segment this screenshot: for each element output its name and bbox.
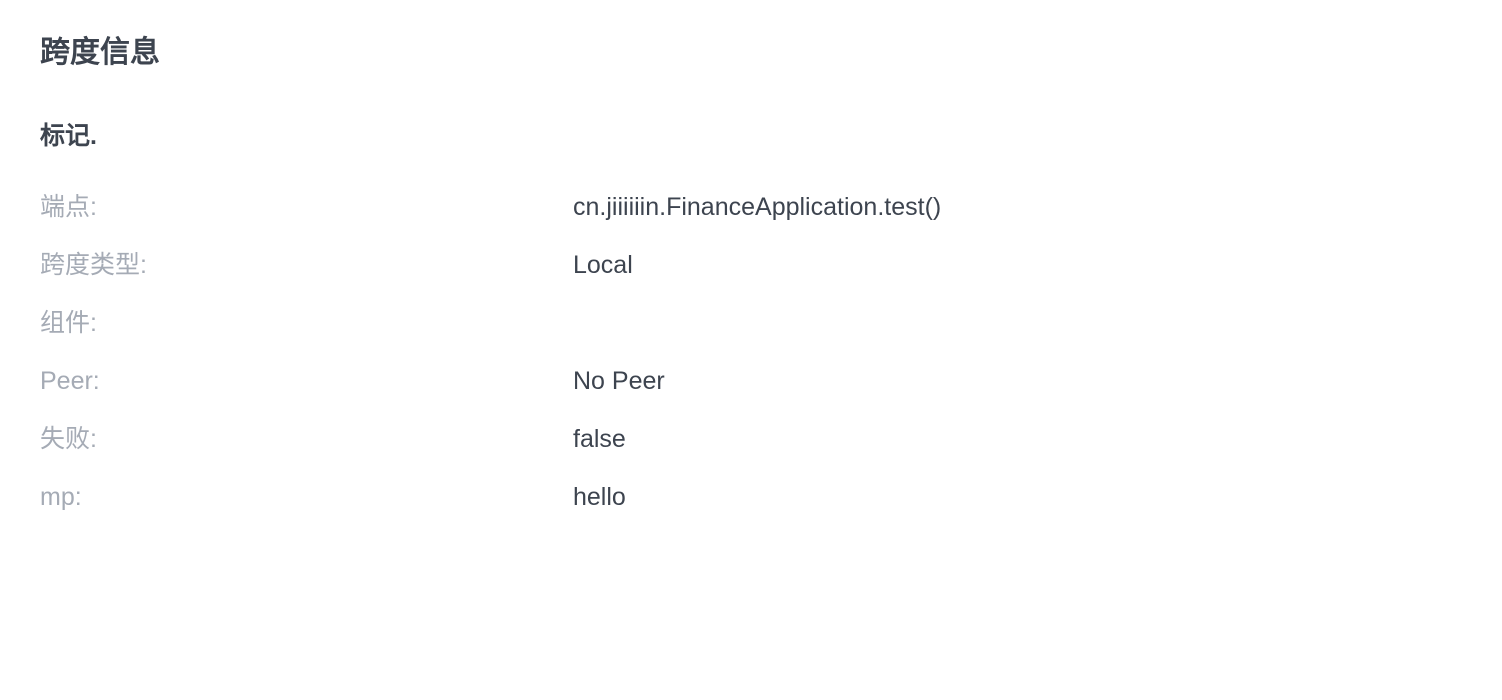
panel-title: 跨度信息 [40, 36, 160, 69]
tag-list: 端点: cn.jiiiiiin.FinanceApplication.test(… [40, 190, 1460, 538]
tag-row-span-type: 跨度类型: Local [40, 248, 1460, 306]
tag-label: 端点: [40, 193, 97, 221]
tags-section-title: 标记. [40, 122, 97, 150]
tag-label: 跨度类型: [40, 251, 147, 279]
tag-label: Peer: [40, 367, 100, 395]
span-info-panel: 跨度信息 标记. 端点: cn.jiiiiiin.FinanceApplicat… [40, 0, 1460, 700]
tag-value: No Peer [573, 367, 665, 395]
tag-row-peer: Peer: No Peer [40, 364, 1460, 422]
tag-row-mp: mp: hello [40, 480, 1460, 538]
tag-label: mp: [40, 483, 82, 511]
tag-row-endpoint: 端点: cn.jiiiiiin.FinanceApplication.test(… [40, 190, 1460, 248]
tag-value: cn.jiiiiiin.FinanceApplication.test() [573, 193, 942, 221]
tag-value: false [573, 425, 626, 453]
tag-value: Local [573, 251, 633, 279]
tag-label: 失败: [40, 425, 97, 453]
tag-label: 组件: [40, 309, 97, 337]
tag-value: hello [573, 483, 626, 511]
tag-row-error: 失败: false [40, 422, 1460, 480]
tag-row-component: 组件: [40, 306, 1460, 364]
